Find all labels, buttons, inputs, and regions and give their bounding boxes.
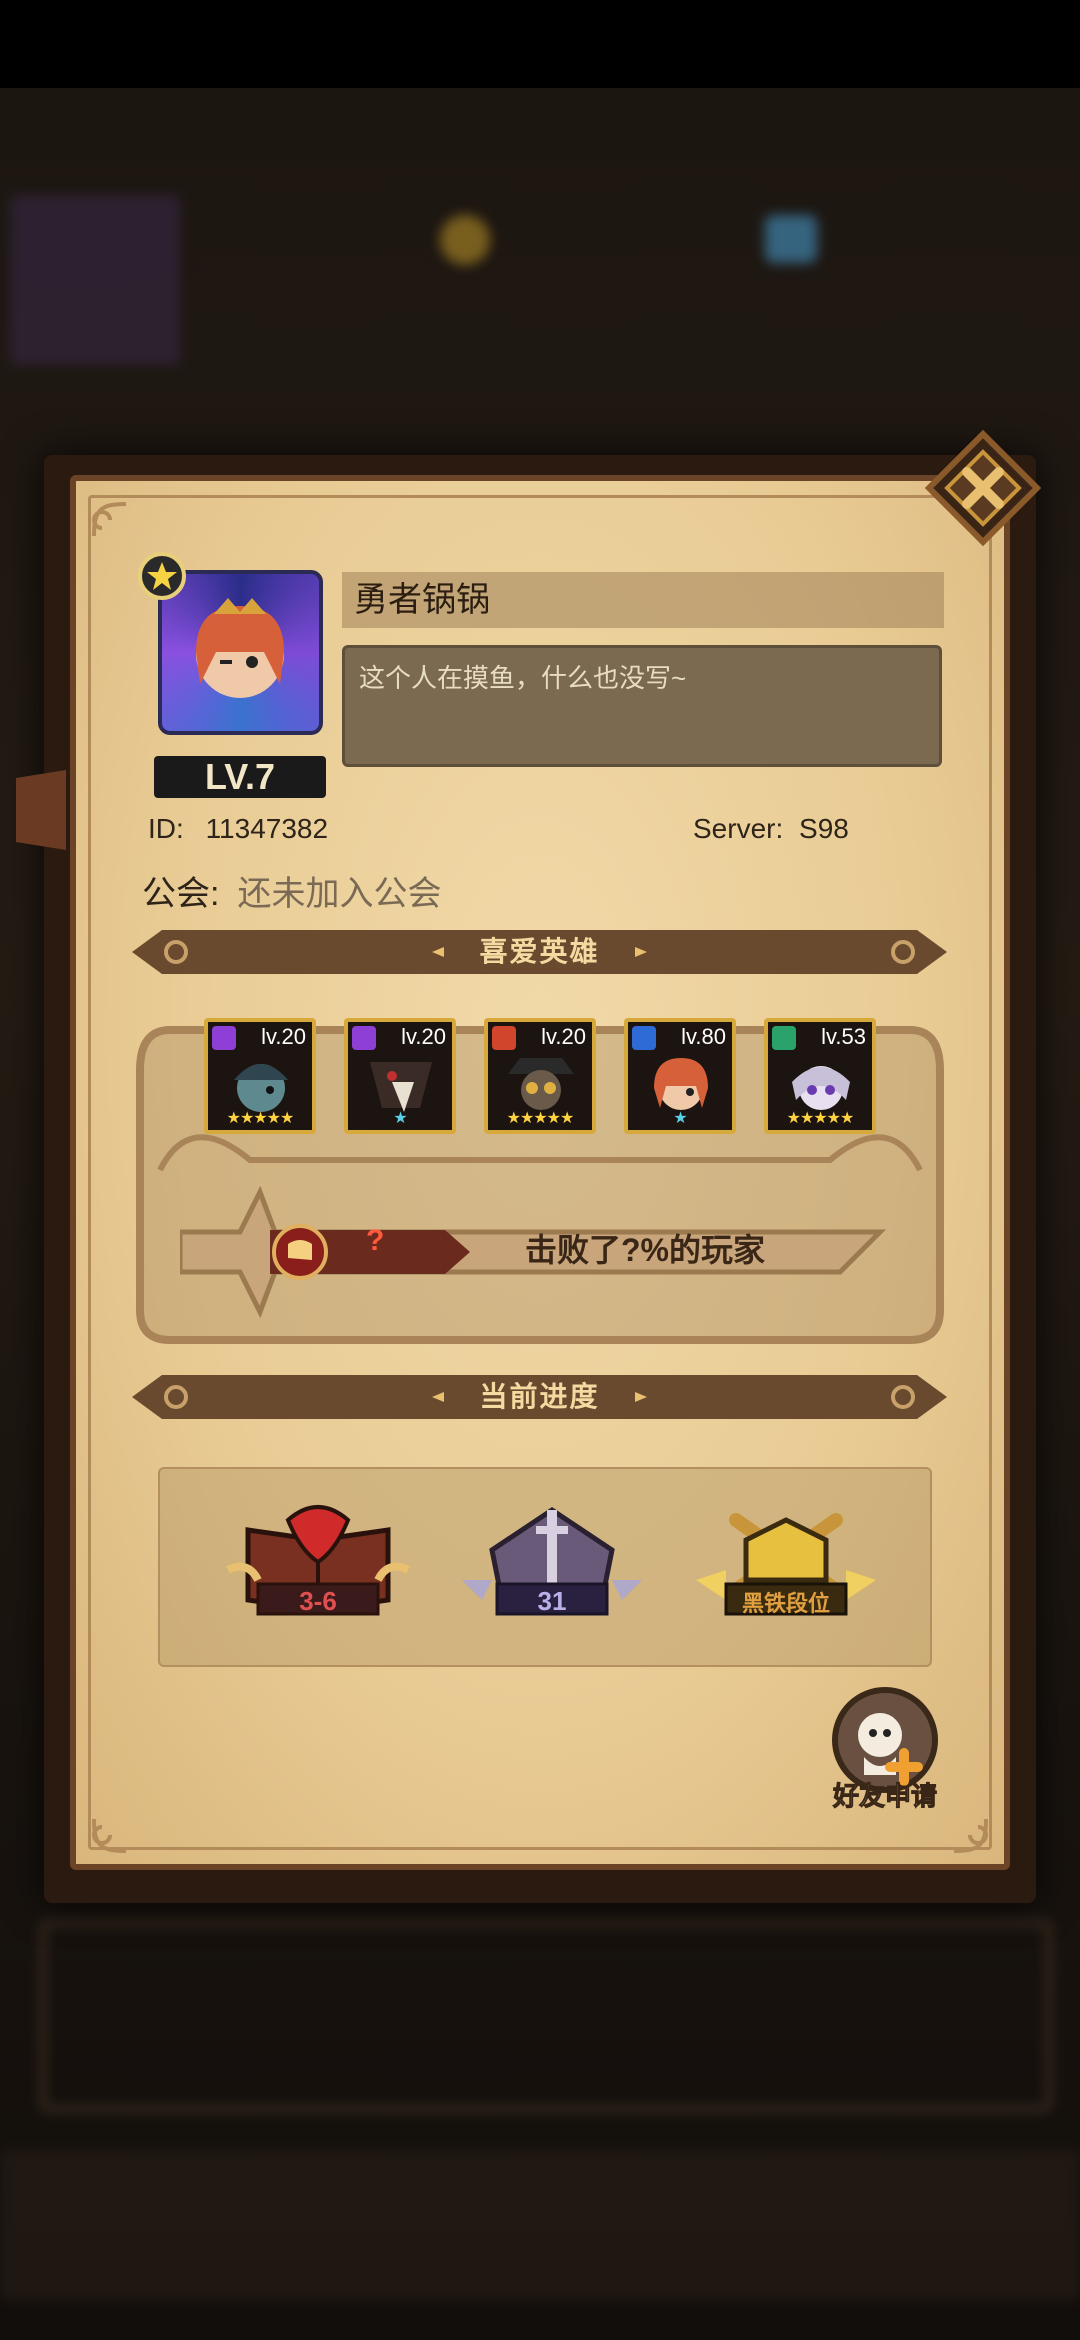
player-avatar-block[interactable]: LV.7 — [118, 550, 338, 800]
status-bar — [0, 0, 1080, 88]
hero-stars: ★★★★★ — [506, 1110, 575, 1127]
hero-level: lv.53 — [821, 1024, 866, 1049]
corner-ornament-icon — [92, 502, 127, 537]
close-icon — [925, 430, 1041, 546]
hero-element-icon — [772, 1026, 796, 1050]
server-label: Server: — [693, 813, 784, 844]
player-name: 勇者锅锅 — [342, 572, 944, 628]
hero-portrait-icon — [508, 1058, 574, 1110]
current-progress-title: 当前进度 — [479, 1381, 600, 1412]
vip-star-badge-icon — [138, 552, 186, 600]
defeat-rank-value: ? — [366, 1224, 385, 1257]
hero-element-icon — [632, 1026, 656, 1050]
hero-stars: ★ — [393, 1110, 407, 1127]
favorite-hero-1[interactable]: lv.20 ★★★★★ — [204, 1018, 316, 1134]
campaign-progress[interactable]: 3-6 — [218, 1500, 418, 1630]
player-guild: 公会: 还未加入公会 — [142, 866, 441, 915]
player-id-value: 11347382 — [205, 813, 329, 844]
favorite-heroes-title: 喜爱英雄 — [479, 936, 600, 967]
hero-portrait-icon — [370, 1062, 432, 1112]
hero-stars: ★ — [673, 1110, 687, 1127]
hero-level: lv.20 — [401, 1024, 446, 1049]
favorite-hero-5[interactable]: lv.53 ★★★★★ — [764, 1018, 876, 1134]
player-level-badge: LV.7 — [154, 756, 326, 798]
close-button[interactable] — [925, 430, 1041, 546]
defeat-percentage-text: 击败了?%的玩家 — [525, 1232, 766, 1268]
arena-rank-value: 黑铁段位 — [741, 1591, 830, 1616]
corner-ornament-icon — [92, 1818, 127, 1853]
hero-element-icon — [492, 1026, 516, 1050]
hero-portrait-icon — [792, 1066, 850, 1110]
arena-rank-progress[interactable]: 黑铁段位 — [686, 1500, 886, 1630]
background-coin-icon — [440, 215, 490, 265]
player-server: Server: S98 — [693, 813, 849, 845]
hero-level: lv.20 — [261, 1024, 306, 1049]
favorite-hero-4[interactable]: lv.80 ★ — [624, 1018, 736, 1134]
hero-element-icon — [212, 1026, 236, 1050]
current-progress-banner: 当前进度 — [132, 1375, 947, 1419]
hero-level: lv.20 — [541, 1024, 586, 1049]
panel-side-tab — [16, 770, 66, 850]
hero-stars: ★★★★★ — [226, 1110, 295, 1127]
guild-value: 还未加入公会 — [237, 875, 442, 913]
hero-portrait-icon — [654, 1058, 708, 1110]
corner-ornament-icon — [953, 1818, 988, 1853]
background-bottom-nav — [0, 2150, 1080, 2300]
favorite-hero-2[interactable]: lv.20 ★ — [344, 1018, 456, 1134]
tower-progress[interactable]: 31 — [452, 1500, 652, 1630]
avatar-portrait-icon — [196, 598, 284, 698]
server-value: S98 — [799, 813, 849, 844]
favorite-hero-3[interactable]: lv.20 ★★★★★ — [484, 1018, 596, 1134]
tower-progress-value: 31 — [537, 1586, 567, 1616]
hero-element-icon — [352, 1026, 376, 1050]
hero-level: lv.80 — [681, 1024, 726, 1049]
hero-portrait-icon — [234, 1064, 288, 1112]
add-friend-icon — [832, 1687, 938, 1793]
friend-request-label[interactable]: 好友申请 — [820, 1776, 950, 1813]
background-lower-panel — [40, 1920, 1052, 2112]
player-id: ID: 11347382 — [148, 813, 328, 845]
player-signature: 这个人在摸鱼，什么也没写~ — [342, 645, 942, 767]
hero-stars: ★★★★★ — [786, 1110, 855, 1127]
background-gem-icon — [765, 215, 817, 263]
favorite-heroes-banner: 喜爱英雄 — [132, 930, 947, 974]
player-id-label: ID: — [148, 813, 184, 844]
guild-label: 公会: — [142, 875, 220, 913]
background-avatar — [10, 195, 180, 365]
campaign-progress-value: 3-6 — [299, 1586, 337, 1616]
